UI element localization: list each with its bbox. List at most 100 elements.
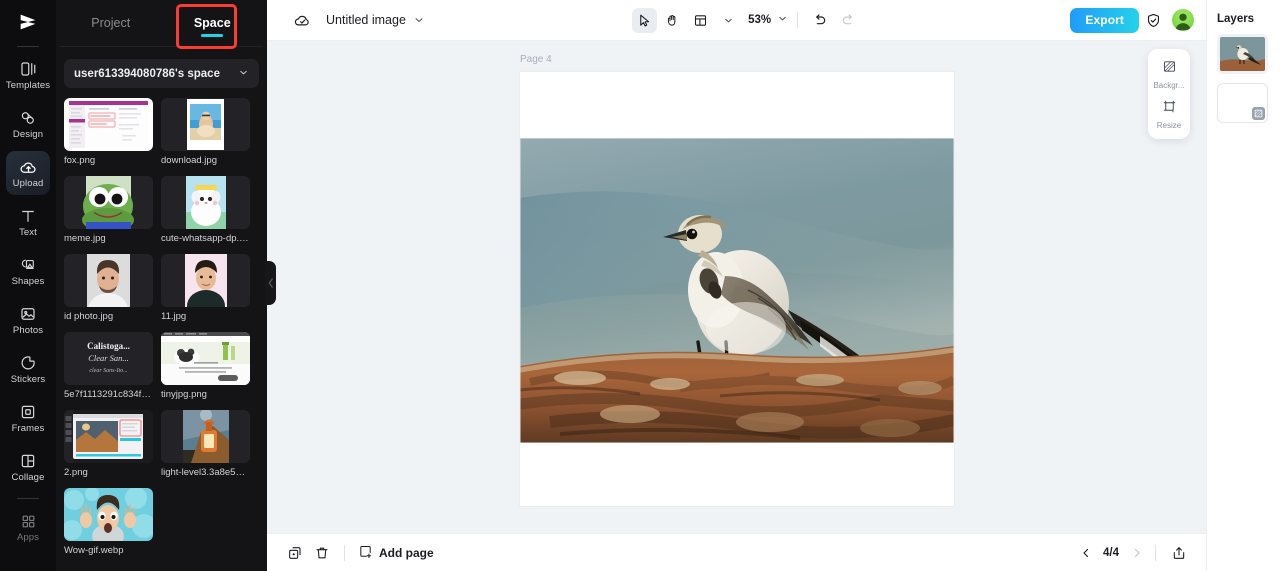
rail-item-design[interactable]: Design: [6, 102, 50, 146]
layers-title: Layers: [1217, 13, 1255, 25]
file-name: fox.png: [64, 155, 96, 166]
rail-item-photos[interactable]: Photos: [6, 298, 50, 342]
layout-caret[interactable]: [716, 8, 741, 33]
shield-check-icon[interactable]: [1139, 12, 1167, 29]
file-item[interactable]: meme.jpg: [64, 176, 153, 245]
rail-item-templates[interactable]: Templates: [6, 53, 50, 97]
prev-page-button[interactable]: [1076, 543, 1095, 562]
space-selector-value: user613394080786's space: [74, 67, 220, 80]
file-name: cute-whatsapp-dp.jpg: [161, 233, 250, 244]
file-item[interactable]: tinyjpg.png: [161, 332, 250, 401]
rail-label: Apps: [16, 532, 40, 544]
svg-text:clear Sans-Ito...: clear Sans-Ito...: [89, 368, 127, 374]
file-item[interactable]: Wow-gif.webp: [64, 488, 153, 557]
file-item[interactable]: light-level3.3a8e5d3...: [161, 410, 250, 479]
upload-panel: Project Space user613394080786's space f…: [56, 0, 276, 571]
page-label: Page 4: [520, 54, 552, 65]
upload-cloud-icon: [19, 157, 38, 177]
layout-tool[interactable]: [688, 8, 713, 33]
rail-divider-top: [17, 46, 39, 47]
file-item[interactable]: download.jpg: [161, 98, 250, 167]
resize-tool-label: Resize: [1156, 121, 1182, 130]
file-thumbnail: Calistoga... Clear San... clear Sans-Ito..…: [64, 332, 153, 385]
file-item[interactable]: 2.png: [64, 410, 153, 479]
file-item[interactable]: id photo.jpg: [64, 254, 153, 323]
tab-project[interactable]: Project: [60, 0, 162, 46]
resize-tool[interactable]: Resize: [1149, 96, 1189, 133]
layers-panel: Layers: [1206, 0, 1280, 571]
add-page-button[interactable]: Add page: [358, 544, 434, 562]
file-name: light-level3.3a8e5d3...: [161, 467, 250, 478]
rail-label: Photos: [12, 325, 44, 337]
tab-active-underline: [201, 34, 224, 37]
rail-item-shapes[interactable]: Shapes: [6, 249, 50, 293]
delete-page-button[interactable]: [308, 540, 335, 565]
file-thumbnail: [64, 488, 153, 541]
canvas-stage[interactable]: Page 4 Backgr... Resize: [267, 41, 1206, 533]
layer-item-background[interactable]: [1217, 83, 1268, 123]
pager-divider: [1155, 544, 1156, 561]
next-page-button[interactable]: [1127, 543, 1146, 562]
rail-item-text[interactable]: Text: [6, 200, 50, 244]
resize-icon: [1162, 99, 1177, 119]
file-name: 2.png: [64, 467, 88, 478]
rail-item-collage[interactable]: Collage: [6, 445, 50, 489]
duplicate-page-button[interactable]: [281, 540, 308, 565]
user-avatar[interactable]: [1172, 9, 1195, 31]
bottom-bar: Add page 4/4: [267, 533, 1206, 571]
panel-tabs: Project Space: [56, 0, 267, 49]
file-name: tinyjpg.png: [161, 389, 207, 400]
undo-button[interactable]: [807, 8, 832, 33]
chevron-down-icon[interactable]: [413, 14, 425, 26]
background-tool-label: Backgr...: [1153, 81, 1185, 90]
text-icon: [19, 206, 37, 226]
rail-item-frames[interactable]: Frames: [6, 396, 50, 440]
collapse-panel-handle[interactable]: [265, 261, 276, 305]
tab-space[interactable]: Space: [162, 0, 264, 46]
rail-item-upload[interactable]: Upload: [6, 151, 50, 195]
bottombar-divider: [344, 544, 345, 561]
svg-text:Calistoga...: Calistoga...: [87, 341, 130, 351]
file-thumbnail: [161, 254, 250, 307]
file-grid: fox.png download.jpg meme.jpg cute-whats…: [56, 98, 267, 571]
app-root: Templates Design Upload Text Shapes Phot…: [0, 0, 1280, 571]
file-name: Wow-gif.webp: [64, 545, 124, 556]
rail-label: Text: [19, 227, 37, 239]
file-name: download.jpg: [161, 155, 217, 166]
file-thumbnail: [64, 254, 153, 307]
shapes-icon: [19, 255, 37, 275]
select-tool[interactable]: [632, 7, 658, 33]
rail-label: Shapes: [11, 276, 45, 288]
rail-divider-bottom: [17, 498, 39, 499]
top-toolbar: Untitled image 53% Export: [267, 0, 1206, 41]
file-name: 11.jpg: [161, 311, 187, 322]
file-item[interactable]: Calistoga... Clear San... clear Sans-Ito..…: [64, 332, 153, 401]
file-item[interactable]: 11.jpg: [161, 254, 250, 323]
rail-item-apps[interactable]: Apps: [6, 505, 50, 549]
toolbar-divider: [797, 12, 799, 28]
file-thumbnail: [161, 98, 250, 151]
hand-tool[interactable]: [660, 8, 685, 33]
chevron-down-icon: [238, 65, 249, 83]
redo-button[interactable]: [835, 8, 860, 33]
layer-item-image[interactable]: [1217, 34, 1268, 74]
file-item[interactable]: fox.png: [64, 98, 153, 167]
zoom-control[interactable]: 53%: [744, 11, 788, 29]
export-page-button[interactable]: [1165, 540, 1192, 565]
stickers-icon: [19, 353, 37, 373]
rail-label: Design: [12, 129, 44, 141]
canvas-artwork[interactable]: [520, 138, 954, 443]
export-button[interactable]: Export: [1070, 7, 1140, 33]
file-name: id photo.jpg: [64, 311, 114, 322]
rail-item-stickers[interactable]: Stickers: [6, 347, 50, 391]
left-rail: Templates Design Upload Text Shapes Phot…: [0, 0, 56, 571]
document-title[interactable]: Untitled image: [326, 13, 406, 27]
space-selector[interactable]: user613394080786's space: [64, 59, 259, 88]
tab-space-label: Space: [193, 16, 231, 30]
file-thumbnail: [161, 410, 250, 463]
cloud-sync-icon: [289, 11, 315, 30]
background-tool[interactable]: Backgr...: [1149, 56, 1189, 93]
capcut-logo[interactable]: [0, 2, 56, 42]
chevron-down-icon: [777, 11, 788, 29]
file-item[interactable]: cute-whatsapp-dp.jpg: [161, 176, 250, 245]
